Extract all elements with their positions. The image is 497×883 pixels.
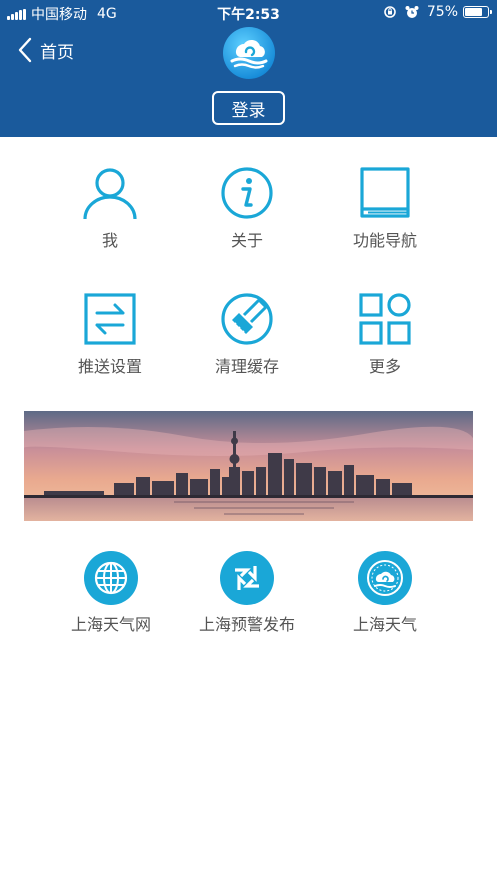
grid-label-clear-cache: 清理缓存 [214,357,279,376]
grid-item-push-settings[interactable]: 推送设置 [40,292,180,377]
link-label-warning: 上海预警发布 [198,615,295,634]
grid-item-navigation[interactable]: 功能导航 [315,166,455,251]
globe-icon [84,551,138,605]
broom-icon [221,293,273,345]
grid-label-me: 我 [101,231,118,250]
back-label: 首页 [40,42,74,63]
status-bar: 中国移动 4G 下午2:53 75% [0,0,497,26]
status-right: 75% [383,4,492,20]
link-label-weather: 上海天气 [352,615,417,634]
link-shanghai-weather[interactable]: 上海天气 [305,551,465,635]
alarm-icon [405,6,419,18]
grid-label-more: 更多 [368,357,401,376]
info-icon [221,167,273,219]
chevron-left-icon [18,37,32,63]
back-button[interactable]: 首页 [18,37,74,63]
grid-more-icon [359,293,411,345]
link-shanghai-warning[interactable]: 上海预警发布 [167,551,327,635]
grid-item-about[interactable]: 关于 [177,166,317,251]
grid-label-about: 关于 [230,231,263,250]
person-icon [83,168,137,220]
header-bar: 中国移动 4G 下午2:53 75% 首页 登录 [0,0,497,137]
battery-icon [463,6,492,18]
rotation-lock-icon [384,6,396,18]
swap-arrows-icon [84,293,136,345]
battery-level-fill [465,8,482,16]
book-icon [360,167,410,218]
grid-label-push-settings: 推送设置 [77,357,142,376]
grid-item-clear-cache[interactable]: 清理缓存 [177,292,317,377]
grid-item-me[interactable]: 我 [40,166,180,251]
login-button[interactable]: 登录 [212,91,285,125]
battery-percent: 75% [426,4,458,20]
warning-logo-icon [220,551,274,605]
cloud-logo-icon [358,551,412,605]
grid-label-navigation: 功能导航 [352,231,417,250]
app-logo-icon [223,27,275,79]
banner-image[interactable] [24,411,473,521]
grid-item-more[interactable]: 更多 [315,292,455,377]
